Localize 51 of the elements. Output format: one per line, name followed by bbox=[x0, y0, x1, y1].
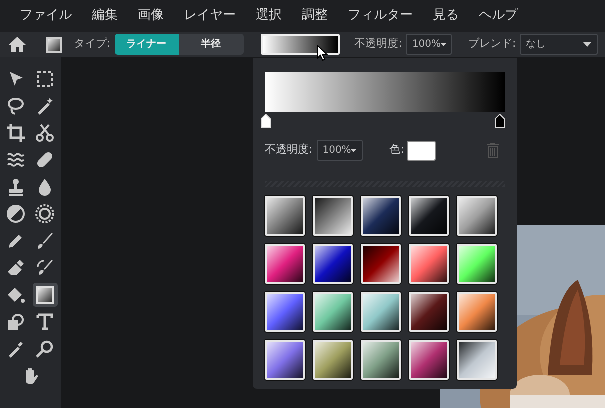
gradient-swatch[interactable] bbox=[313, 292, 353, 332]
opacity-select[interactable]: 100% bbox=[406, 34, 452, 55]
color-swatch[interactable] bbox=[407, 140, 436, 160]
caret-icon bbox=[583, 42, 592, 47]
gradient-swatch[interactable] bbox=[361, 244, 401, 284]
gradient-swatch[interactable] bbox=[409, 292, 449, 332]
gradient-swatch[interactable] bbox=[409, 196, 449, 236]
gradient-icon[interactable] bbox=[32, 283, 58, 307]
opacity-label: 不透明度: bbox=[265, 142, 313, 158]
menu-item[interactable]: 画像 bbox=[128, 0, 174, 32]
gradient-swatch[interactable] bbox=[409, 340, 449, 380]
gradient-swatch[interactable] bbox=[313, 340, 353, 380]
gradient-swatch[interactable] bbox=[457, 292, 497, 332]
gear-icon[interactable] bbox=[32, 202, 58, 226]
menu-item[interactable]: 調整 bbox=[292, 0, 338, 32]
gradient-icon[interactable] bbox=[46, 36, 62, 52]
blend-select[interactable]: なし bbox=[520, 34, 598, 55]
gradient-swatch[interactable] bbox=[265, 340, 305, 380]
type-label: タイプ: bbox=[74, 36, 111, 52]
gradient-bar[interactable] bbox=[265, 72, 505, 112]
gradient-swatch[interactable] bbox=[457, 340, 497, 380]
gradient-swatch[interactable] bbox=[457, 244, 497, 284]
gradient-swatch[interactable] bbox=[361, 340, 401, 380]
menu-item[interactable]: フィルター bbox=[338, 0, 423, 32]
menu-item[interactable]: レイヤー bbox=[174, 0, 246, 32]
opacity-select[interactable]: 100% bbox=[316, 140, 363, 161]
menu-item[interactable]: 選択 bbox=[246, 0, 292, 32]
menu-item[interactable]: 見る bbox=[423, 0, 469, 32]
menu-item[interactable]: ヘルプ bbox=[469, 0, 528, 32]
type-tab[interactable]: 半径 bbox=[178, 34, 244, 55]
cursor-icon bbox=[317, 45, 328, 61]
caret-icon bbox=[441, 42, 446, 46]
gradient-swatch[interactable] bbox=[265, 292, 305, 332]
gradient-swatch[interactable] bbox=[265, 244, 305, 284]
menu-item[interactable]: 編集 bbox=[82, 0, 128, 32]
gradient-swatch[interactable] bbox=[313, 196, 353, 236]
blend-label: ブレンド: bbox=[468, 36, 516, 52]
gradient-swatch[interactable] bbox=[265, 196, 305, 236]
color-label: 色: bbox=[390, 142, 404, 158]
gradient-swatch[interactable] bbox=[313, 244, 353, 284]
color-stop[interactable] bbox=[261, 114, 271, 128]
home-icon[interactable] bbox=[9, 37, 26, 52]
gradient-swatch[interactable] bbox=[457, 196, 497, 236]
caret-icon bbox=[351, 148, 357, 152]
gradient-swatch[interactable] bbox=[361, 292, 401, 332]
gradient-preview[interactable] bbox=[260, 34, 340, 55]
opacity-label: 不透明度: bbox=[354, 36, 402, 52]
menu-item[interactable]: ファイル bbox=[10, 0, 82, 32]
gradient-swatch[interactable] bbox=[409, 244, 449, 284]
color-stop[interactable] bbox=[495, 114, 505, 128]
gradient-swatch[interactable] bbox=[361, 196, 401, 236]
